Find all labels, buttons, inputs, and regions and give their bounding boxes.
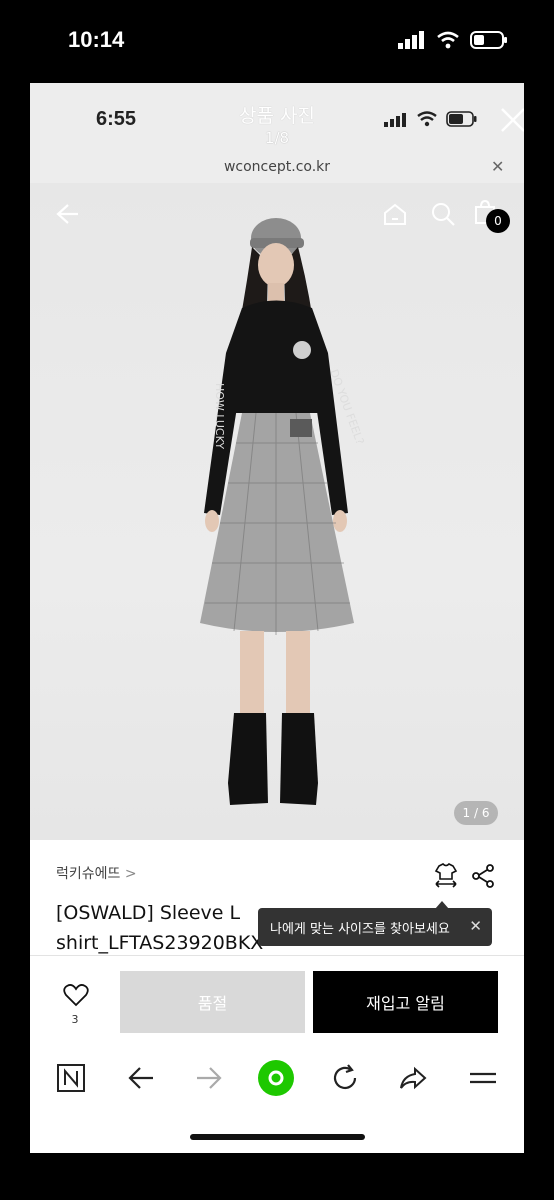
viewer-close-icon[interactable] <box>498 105 524 135</box>
chevron-right-icon: > <box>124 866 137 882</box>
product-title-line-2: shirt_LFTAS23920BKX <box>56 932 264 954</box>
search-icon[interactable] <box>430 201 456 227</box>
tooltip-close-icon[interactable]: ✕ <box>469 917 482 935</box>
home-icon[interactable] <box>382 201 408 227</box>
home-indicator[interactable] <box>190 1134 365 1140</box>
wifi-icon <box>437 31 459 49</box>
nav-back-icon[interactable] <box>126 1063 156 1093</box>
tooltip-text: 나에게 맞는 사이즈를 찾아보세요 <box>270 921 450 937</box>
battery-icon <box>470 31 507 49</box>
brand-name: 럭키슈에뜨 <box>56 866 121 882</box>
divider <box>30 955 524 956</box>
size-tooltip[interactable]: 나에게 맞는 사이즈를 찾아보세요 ✕ <box>258 908 492 946</box>
image-counter: 1 / 6 <box>454 801 498 825</box>
wifi-icon <box>417 111 437 127</box>
phone-status-icons <box>398 30 508 50</box>
model-illustration: HOW LUCKY DO YOU FEEL? <box>200 218 367 805</box>
battery-icon <box>446 111 477 127</box>
product-title-line-1: [OSWALD] Sleeve L <box>56 902 241 924</box>
menu-icon[interactable] <box>468 1063 498 1093</box>
nav-forward-icon[interactable] <box>194 1063 224 1093</box>
url-bar[interactable]: wconcept.co.kr <box>30 159 524 175</box>
svg-text:HOW LUCKY: HOW LUCKY <box>213 383 226 449</box>
size-guide-icon[interactable] <box>432 861 460 889</box>
viewer-counter: 1/8 <box>264 129 290 147</box>
refresh-icon[interactable] <box>330 1063 360 1093</box>
restock-alert-button[interactable]: 재입고 알림 <box>313 971 498 1033</box>
naver-green-dot-icon[interactable] <box>257 1059 295 1097</box>
sold-out-button: 품절 <box>120 971 305 1033</box>
share-icon[interactable] <box>470 863 496 889</box>
brand-link[interactable]: 럭키슈에뜨 > <box>56 863 137 883</box>
cellular-signal-icon <box>398 31 424 49</box>
back-arrow-icon[interactable] <box>54 201 80 227</box>
share-arrow-icon[interactable] <box>398 1063 428 1093</box>
naver-n-icon[interactable] <box>56 1063 86 1093</box>
phone-status-time: 10:14 <box>68 27 125 52</box>
cellular-signal-icon <box>384 112 406 127</box>
product-image[interactable]: HOW LUCKY DO YOU FEEL? <box>30 183 524 840</box>
inner-status-icons <box>384 111 478 127</box>
url-close-icon[interactable]: ✕ <box>491 157 504 176</box>
heart-icon[interactable] <box>63 983 89 1007</box>
cart-count-badge: 0 <box>486 209 510 233</box>
like-count: 3 <box>71 1013 79 1026</box>
screenshot-frame: 6:55 상품 사진 1/8 wconcept.co.kr ✕ HOW LUCK… <box>30 83 524 1153</box>
